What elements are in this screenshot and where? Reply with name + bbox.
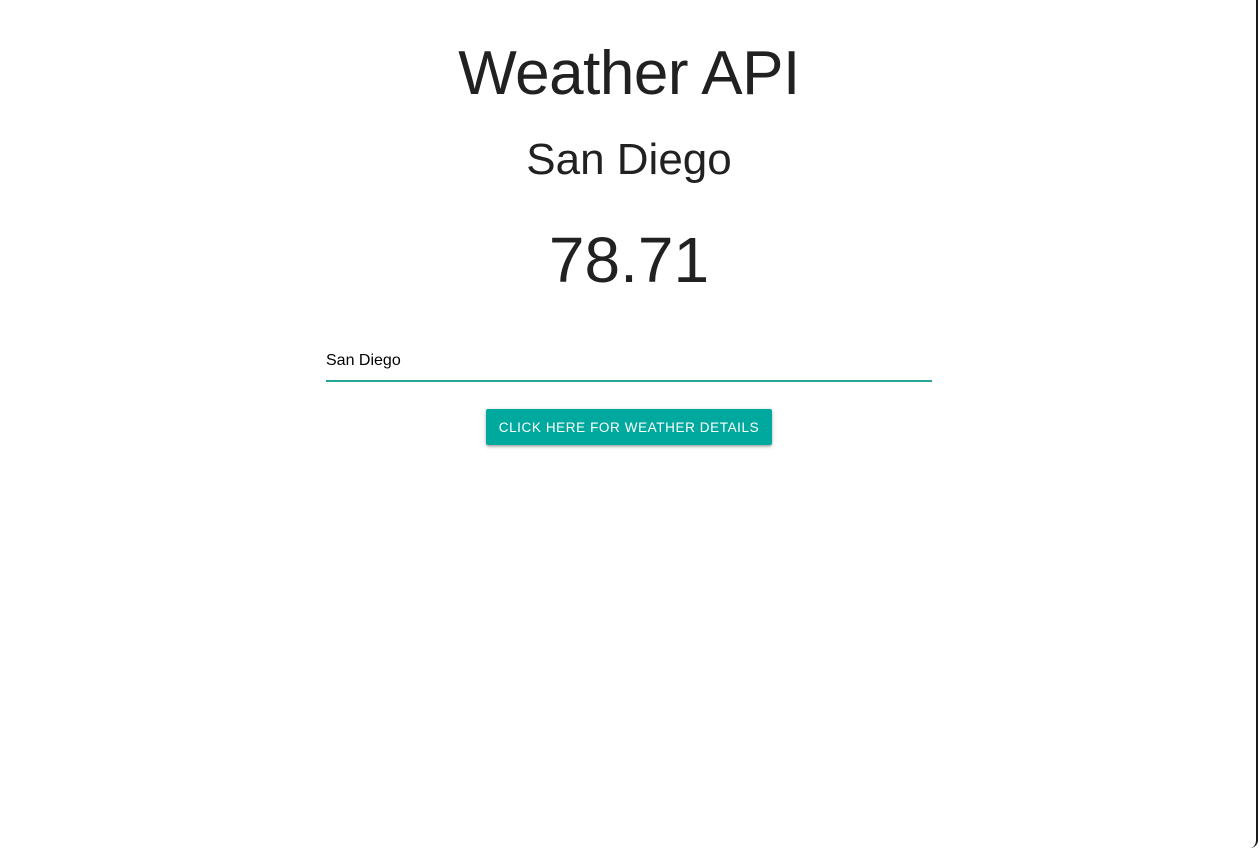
- city-field: [326, 344, 932, 382]
- city-input[interactable]: [326, 344, 932, 378]
- city-name: San Diego: [526, 135, 732, 184]
- app-title: Weather API: [458, 39, 800, 108]
- app-window: Weather API San Diego 78.71 Click here f…: [0, 0, 1258, 848]
- temperature-value: 78.71: [548, 224, 710, 296]
- weather-details-button[interactable]: Click here for weather details: [486, 409, 772, 445]
